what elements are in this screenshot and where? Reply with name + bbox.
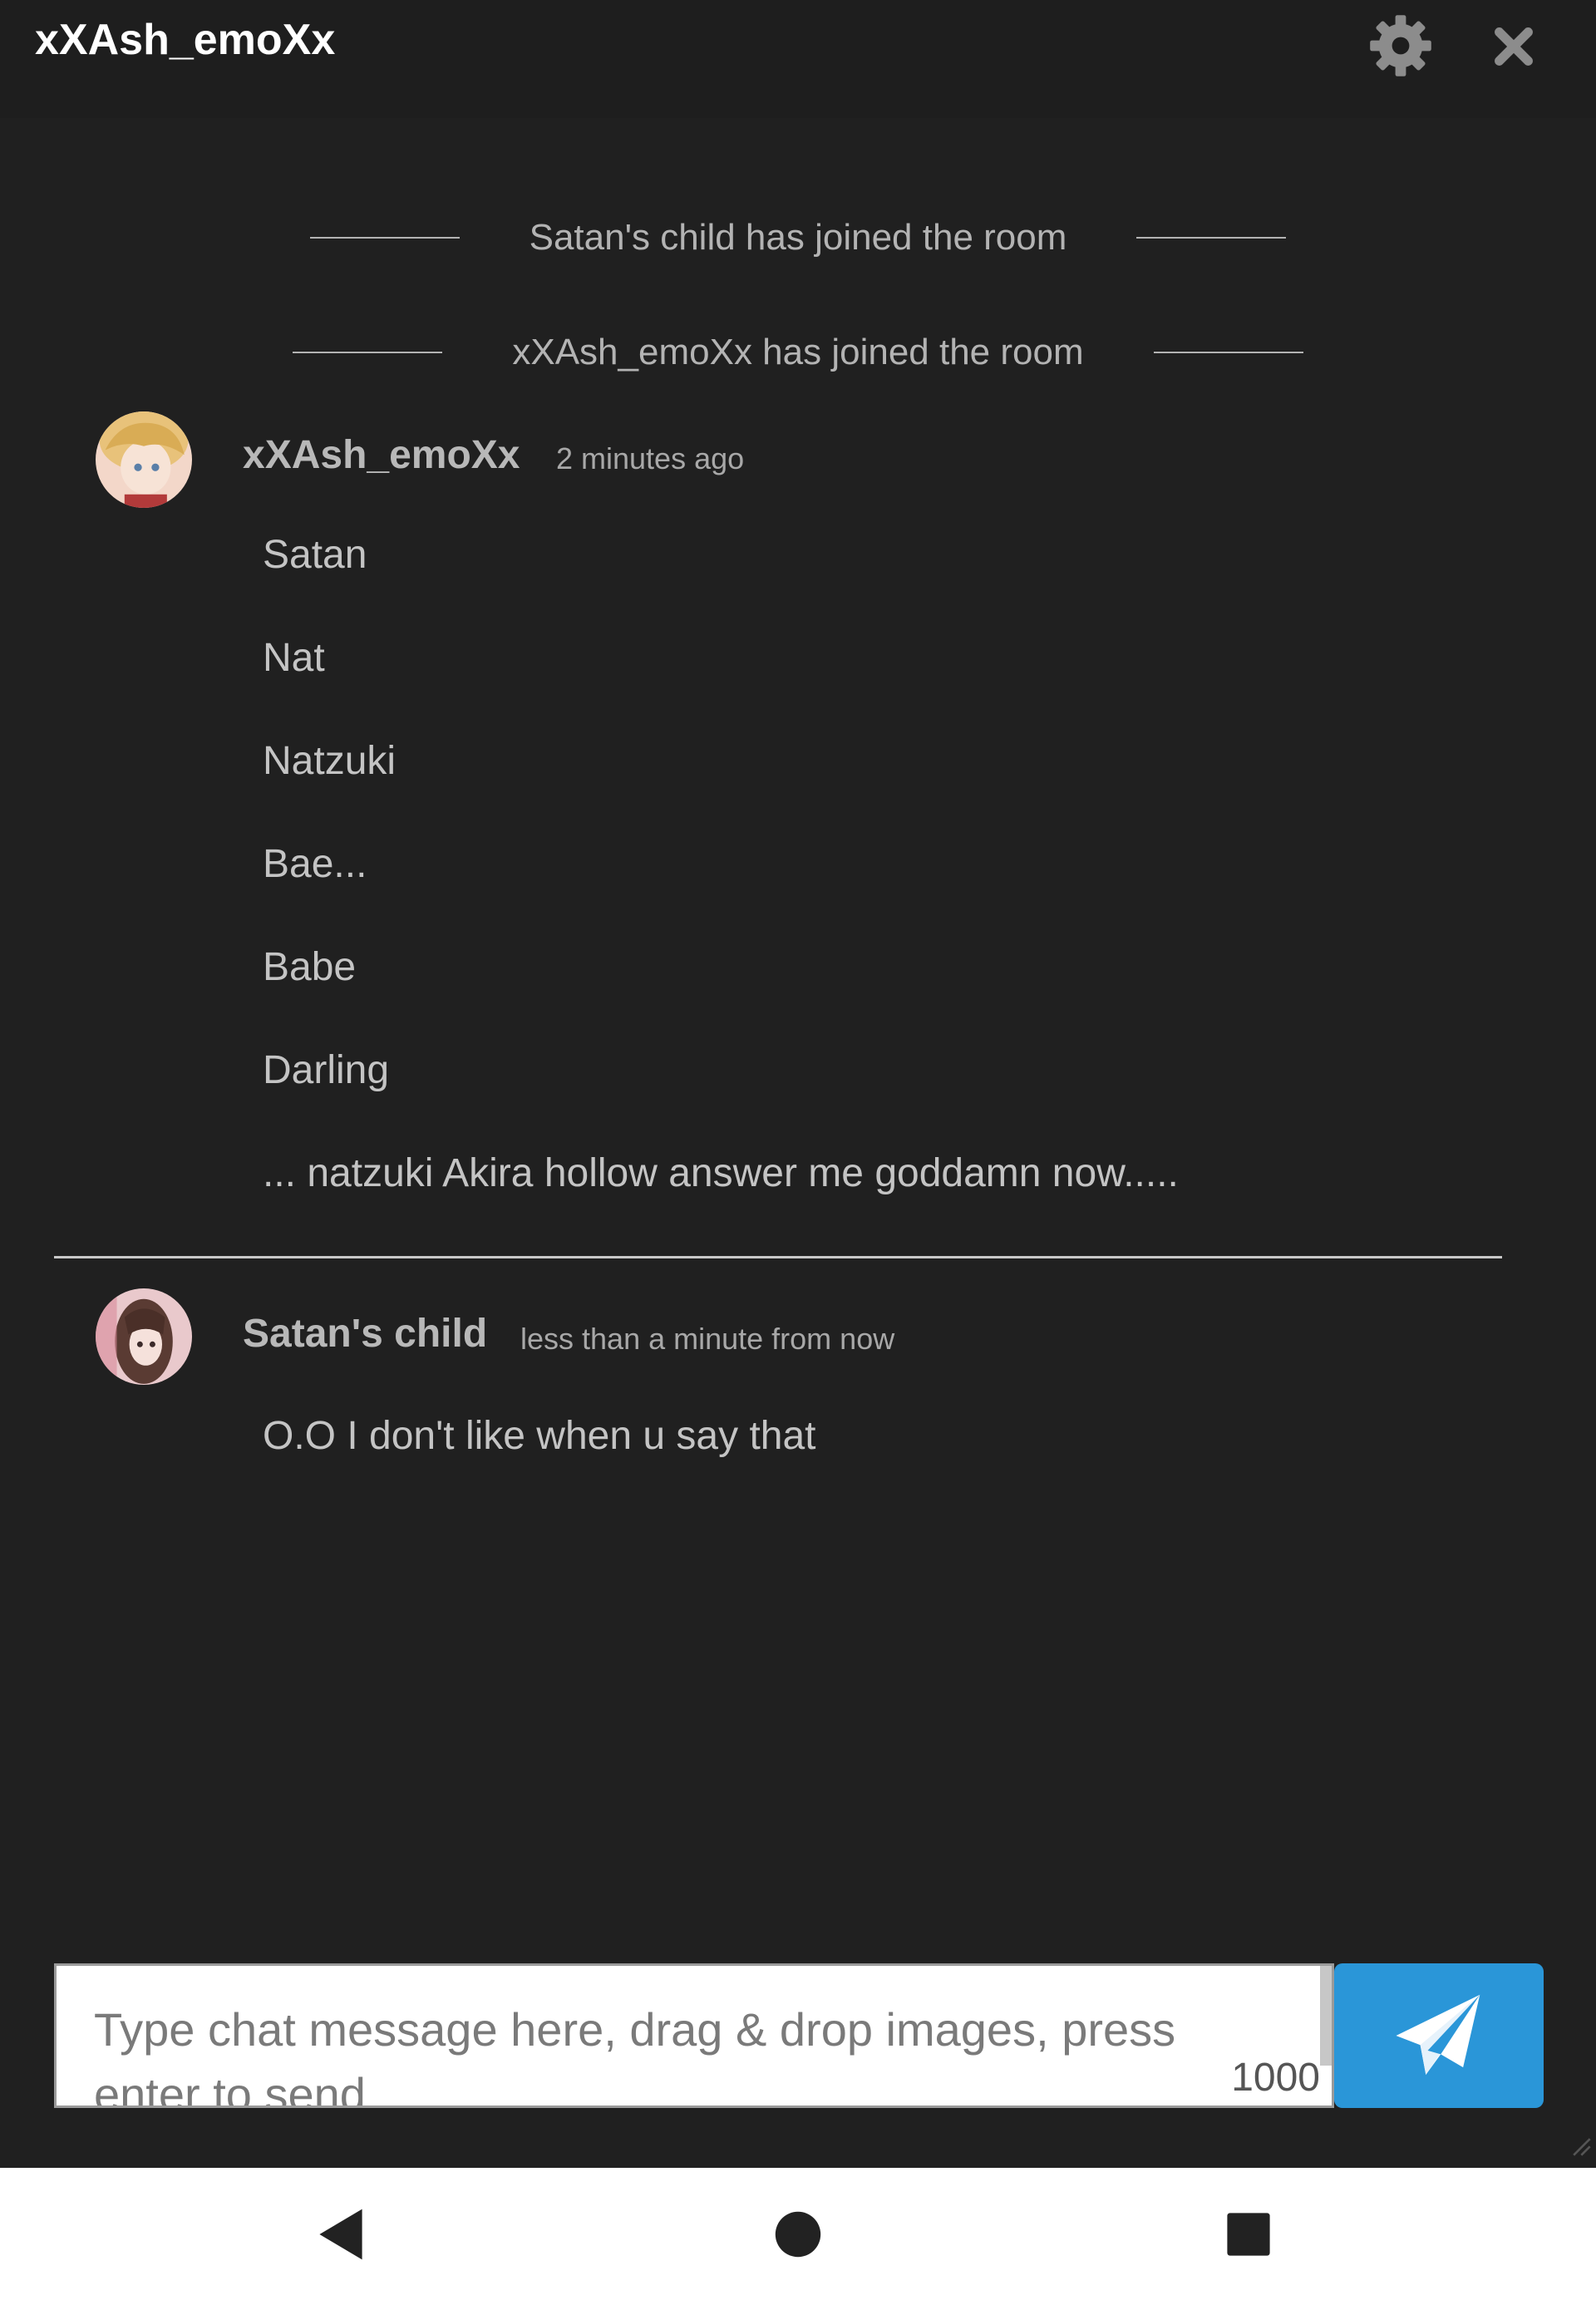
system-message: xXAsh_emoXx has joined the room <box>0 328 1596 377</box>
system-message-text: Satan's child has joined the room <box>529 217 1067 258</box>
divider-line <box>293 352 443 353</box>
avatar-image-icon <box>96 411 192 508</box>
divider-line <box>1153 352 1303 353</box>
chat-input-placeholder[interactable]: Type chat message here, drag & drop imag… <box>94 1997 1241 2105</box>
message-text: Satan <box>263 533 367 577</box>
system-navigation-bar <box>0 2168 1596 2300</box>
system-message: Satan's child has joined the room <box>0 213 1596 263</box>
back-triangle-icon[interactable] <box>308 2201 374 2268</box>
message-author[interactable]: Satan's child <box>243 1311 487 1357</box>
system-message-text: xXAsh_emoXx has joined the room <box>512 332 1084 372</box>
message-text: O.O I don't like when u say that <box>263 1414 816 1458</box>
message-timestamp: less than a minute from now <box>520 1322 895 1356</box>
divider-line <box>309 237 460 239</box>
message-text: Natzuki <box>263 739 397 783</box>
message-timestamp: 2 minutes ago <box>556 441 745 475</box>
char-remaining-counter: 1000 <box>1231 2056 1320 2100</box>
chat-header: xXAsh_emoXx <box>0 0 1596 118</box>
message-divider <box>54 1256 1502 1258</box>
resize-handle-icon[interactable] <box>1569 2135 1591 2156</box>
avatar[interactable] <box>96 1288 192 1385</box>
chat-message-input[interactable]: Type chat message here, drag & drop imag… <box>54 1963 1334 2108</box>
message-text: Bae... <box>263 842 367 886</box>
room-title: xXAsh_emoXx <box>35 16 336 64</box>
message-text: Babe <box>263 945 357 989</box>
message-text: Darling <box>263 1048 390 1092</box>
input-scrollbar[interactable] <box>1320 1966 1332 2066</box>
recents-square-icon[interactable] <box>1215 2201 1282 2268</box>
send-button[interactable] <box>1334 1963 1544 2108</box>
gear-icon[interactable] <box>1367 12 1434 79</box>
avatar[interactable] <box>96 411 192 508</box>
close-icon[interactable] <box>1488 21 1539 72</box>
message-author[interactable]: xXAsh_emoXx <box>243 432 520 478</box>
avatar-image-icon <box>96 1288 192 1385</box>
paper-plane-icon <box>1396 1994 1480 2076</box>
home-circle-icon[interactable] <box>765 2201 831 2268</box>
message-text: ... natzuki Akira hollow answer me godda… <box>263 1151 1179 1195</box>
divider-line <box>1136 237 1287 239</box>
message-text: Nat <box>263 636 325 680</box>
